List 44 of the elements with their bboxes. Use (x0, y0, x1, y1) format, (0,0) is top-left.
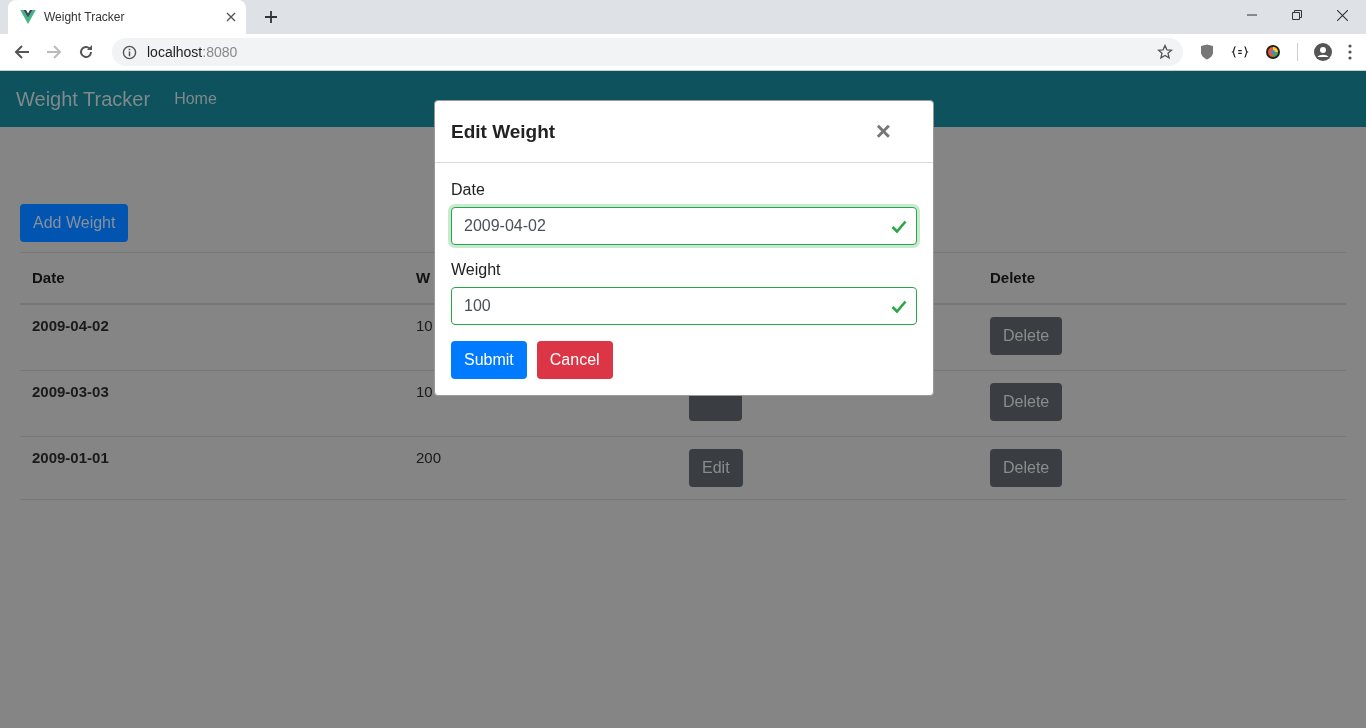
close-button[interactable]: × (871, 116, 895, 147)
browser-tab[interactable]: Weight Tracker (8, 0, 246, 34)
edit-button[interactable]: Edit (689, 449, 743, 487)
close-icon[interactable] (226, 12, 236, 22)
account-icon[interactable] (1314, 43, 1332, 61)
date-cell: 2009-01-01 (32, 449, 109, 466)
input-field[interactable]: 2009-04-02 (451, 207, 917, 245)
delete-button[interactable]: Delete (990, 383, 1063, 421)
dialog-title: Edit Weight (451, 120, 556, 143)
date-cell: 2009-03-03 (32, 383, 109, 400)
date-cell: 2009-04-02 (32, 317, 109, 334)
weight-cell: 10 (416, 383, 433, 400)
field-label: Weight (451, 261, 502, 279)
colorful-circle-icon[interactable] (1265, 44, 1281, 60)
check-icon (891, 300, 907, 313)
address-bar[interactable]: localhost:8080 (112, 38, 1183, 66)
reload-icon[interactable] (78, 44, 94, 60)
weight-cell: 200 (416, 449, 442, 466)
input-field[interactable]: 100 (451, 287, 917, 325)
restore-icon[interactable] (1292, 10, 1302, 20)
column-header: Delete (990, 269, 1036, 286)
braces-icon[interactable] (1231, 45, 1249, 59)
v-logo-icon (20, 10, 36, 24)
star-icon[interactable] (1157, 44, 1173, 60)
shield-icon[interactable] (1199, 44, 1215, 60)
weight-cell: 10 (416, 317, 433, 334)
add-weight-button[interactable]: Add Weight (20, 204, 129, 242)
column-header: W (416, 269, 431, 286)
url-text: localhost:8080 (147, 44, 239, 60)
column-header: Date (32, 269, 65, 286)
nav-link[interactable]: Home (174, 90, 217, 108)
info-icon (122, 44, 137, 60)
back-icon[interactable] (14, 44, 30, 60)
new-tab-icon[interactable] (264, 10, 278, 24)
field-label: Date (451, 181, 486, 199)
menu-icon[interactable] (1348, 44, 1352, 60)
delete-button[interactable]: Delete (990, 449, 1063, 487)
check-icon (891, 220, 907, 233)
submit-button[interactable]: Submit (451, 341, 527, 379)
tab-title: Weight Tracker (44, 10, 126, 24)
delete-button[interactable]: Delete (990, 317, 1063, 355)
brand-link[interactable]: Weight Tracker (16, 87, 151, 111)
cancel-button[interactable]: Cancel (536, 341, 613, 379)
close-icon[interactable] (1337, 10, 1348, 21)
